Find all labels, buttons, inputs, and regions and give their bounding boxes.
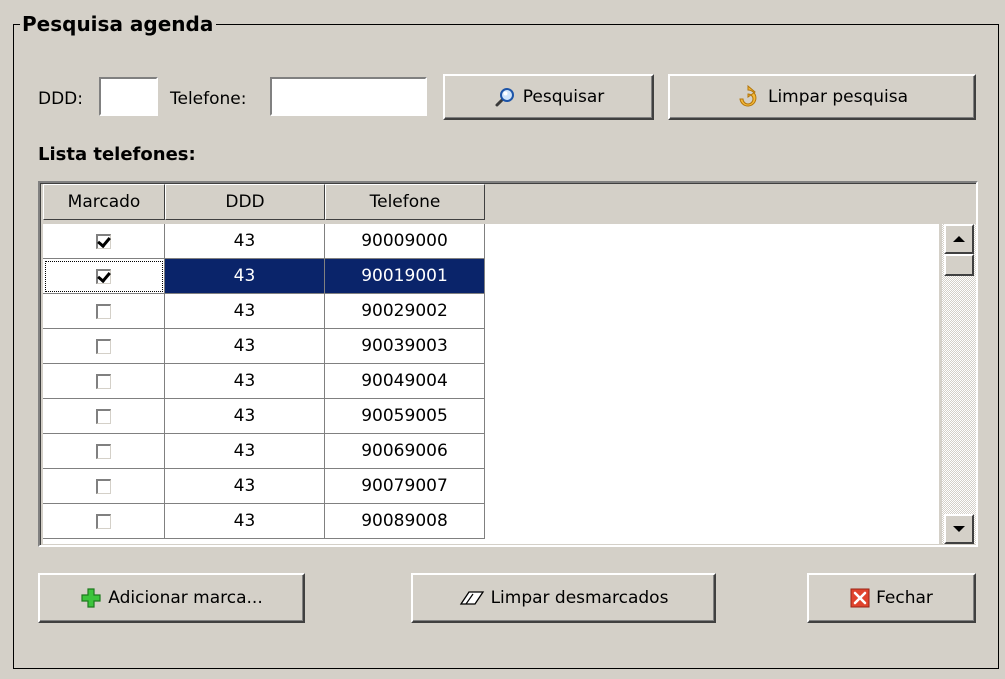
ddd-label: DDD: [38, 89, 83, 109]
adicionar-marca-label: Adicionar marca... [108, 588, 263, 608]
arrow-down-icon [953, 526, 965, 532]
ddd-cell[interactable]: 43 [165, 469, 325, 504]
scroll-up-button[interactable] [944, 224, 974, 254]
marcado-checkbox[interactable] [96, 443, 111, 459]
marcado-cell[interactable] [43, 224, 165, 259]
marcado-checkbox[interactable] [96, 303, 111, 319]
marcado-checkbox[interactable] [96, 233, 111, 249]
marcado-cell[interactable] [43, 469, 165, 504]
phone-list-grid: Marcado DDD Telefone 43 90009000 43 9001900… [38, 181, 978, 547]
table-row[interactable]: 43 90069006 [43, 434, 485, 469]
arrow-up-icon [953, 236, 965, 242]
table-row[interactable]: 43 90059005 [43, 399, 485, 434]
ddd-cell[interactable]: 43 [165, 364, 325, 399]
grid-body: 43 90009000 43 90019001 43 90029002 43 90039003… [43, 224, 939, 544]
ddd-input[interactable] [99, 77, 158, 116]
telefone-input[interactable] [270, 77, 427, 116]
fechar-label: Fechar [876, 588, 933, 608]
limpar-desmarcados-button[interactable]: Limpar desmarcados [411, 573, 716, 623]
marcado-checkbox[interactable] [96, 478, 111, 494]
telefone-cell[interactable]: 90009000 [325, 224, 485, 259]
telefone-label: Telefone: [170, 89, 247, 109]
marcado-cell[interactable] [43, 399, 165, 434]
ddd-cell[interactable]: 43 [165, 329, 325, 364]
telefone-cell[interactable]: 90049004 [325, 364, 485, 399]
plus-icon [80, 587, 102, 609]
refresh-arrow-icon [736, 85, 762, 109]
pesquisar-label: Pesquisar [522, 87, 605, 107]
marcado-checkbox[interactable] [96, 338, 111, 354]
limpar-desmarcados-label: Limpar desmarcados [490, 588, 669, 608]
table-row[interactable]: 43 90089008 [43, 504, 485, 539]
ddd-cell[interactable]: 43 [165, 224, 325, 259]
scroll-thumb[interactable] [944, 254, 974, 276]
marcado-checkbox[interactable] [96, 268, 111, 284]
lista-telefones-label: Lista telefones: [38, 144, 196, 165]
column-header-ddd[interactable]: DDD [165, 184, 325, 220]
marcado-cell[interactable] [43, 434, 165, 469]
fechar-button[interactable]: Fechar [807, 573, 976, 623]
telefone-cell[interactable]: 90069006 [325, 434, 485, 469]
marcado-checkbox[interactable] [96, 513, 111, 529]
limpar-pesquisa-button[interactable]: Limpar pesquisa [668, 74, 976, 120]
eraser-icon [459, 588, 485, 608]
telefone-cell[interactable]: 90079007 [325, 469, 485, 504]
pesquisar-button[interactable]: Pesquisar [443, 74, 654, 120]
telefone-cell[interactable]: 90089008 [325, 504, 485, 539]
ddd-cell[interactable]: 43 [165, 434, 325, 469]
marcado-cell[interactable] [43, 294, 165, 329]
table-row[interactable]: 43 90039003 [43, 329, 485, 364]
vertical-scrollbar[interactable] [942, 224, 976, 544]
telefone-cell[interactable]: 90029002 [325, 294, 485, 329]
marcado-checkbox[interactable] [96, 373, 111, 389]
magnifier-icon [493, 85, 517, 109]
table-row[interactable]: 43 90009000 [43, 224, 485, 259]
ddd-cell[interactable]: 43 [165, 504, 325, 539]
table-row[interactable]: 43 90079007 [43, 469, 485, 504]
group-title: Pesquisa agenda [20, 10, 217, 38]
close-x-icon [850, 588, 870, 608]
table-row[interactable]: 43 90029002 [43, 294, 485, 329]
telefone-cell[interactable]: 90059005 [325, 399, 485, 434]
marcado-cell[interactable] [43, 364, 165, 399]
telefone-cell[interactable]: 90039003 [325, 329, 485, 364]
column-header-marcado[interactable]: Marcado [43, 184, 165, 220]
grid-inner: Marcado DDD Telefone 43 90009000 43 9001900… [40, 183, 976, 545]
limpar-pesquisa-label: Limpar pesquisa [767, 87, 909, 107]
column-header-telefone[interactable]: Telefone [325, 184, 485, 220]
ddd-cell[interactable]: 43 [165, 259, 325, 294]
marcado-cell[interactable] [43, 259, 165, 294]
table-row[interactable]: 43 90019001 [43, 259, 485, 294]
ddd-cell[interactable]: 43 [165, 294, 325, 329]
table-row[interactable]: 43 90049004 [43, 364, 485, 399]
marcado-cell[interactable] [43, 329, 165, 364]
adicionar-marca-button[interactable]: Adicionar marca... [38, 573, 305, 623]
scroll-down-button[interactable] [944, 514, 974, 544]
ddd-cell[interactable]: 43 [165, 399, 325, 434]
marcado-cell[interactable] [43, 504, 165, 539]
dialog-window: Pesquisa agenda DDD: Telefone: Pesquisar… [0, 0, 1005, 679]
marcado-checkbox[interactable] [96, 408, 111, 424]
telefone-cell[interactable]: 90019001 [325, 259, 485, 294]
